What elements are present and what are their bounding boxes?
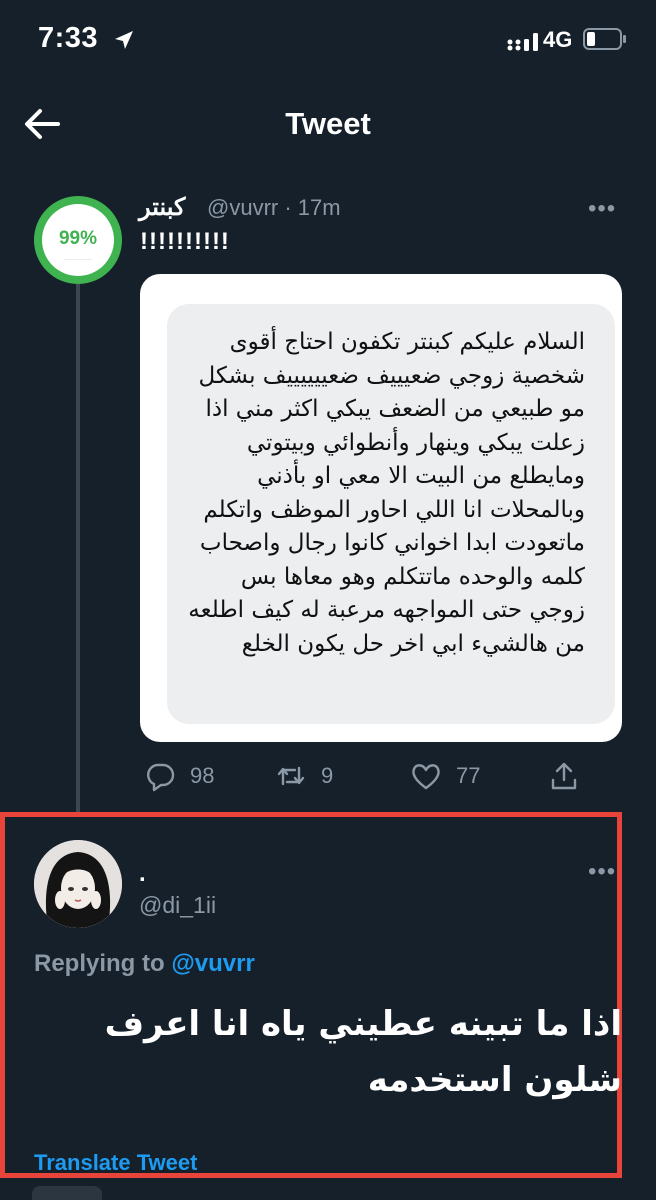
more-icon[interactable]: ••• bbox=[588, 195, 616, 223]
more-icon[interactable]: ••• bbox=[588, 858, 616, 886]
replying-label: Replying to bbox=[34, 950, 165, 977]
retweet-count: 9 bbox=[321, 763, 334, 788]
signal-icon bbox=[507, 33, 538, 51]
message-bubble: السلام عليكم كبنتر تكفون احتاج أقوى شخصي… bbox=[167, 304, 615, 724]
retweet-icon bbox=[277, 766, 305, 786]
replying-to: Replying to @vuvrr bbox=[34, 950, 255, 978]
thread-line bbox=[76, 280, 80, 812]
like-button[interactable]: 77 bbox=[410, 760, 480, 792]
share-icon bbox=[551, 762, 577, 790]
reply-avatar[interactable] bbox=[34, 840, 122, 928]
retweet-button[interactable]: 9 bbox=[275, 760, 333, 792]
reply-count: 98 bbox=[190, 763, 215, 788]
translate-tweet-link[interactable]: Translate Tweet bbox=[34, 1150, 197, 1174]
reply-author-name[interactable]: . bbox=[139, 860, 146, 888]
avatar-illustration bbox=[34, 840, 122, 928]
like-count: 77 bbox=[456, 763, 481, 788]
replying-handle-link[interactable]: @vuvrr bbox=[171, 950, 254, 977]
battery-icon bbox=[583, 28, 626, 50]
network-type: 4G bbox=[543, 27, 573, 52]
avatar-label: 99% bbox=[58, 228, 98, 249]
reply-author-handle[interactable]: @di_1ii bbox=[139, 892, 216, 919]
image-message-text: السلام عليكم كبنتر تكفون احتاج أقوى شخصي… bbox=[188, 329, 585, 657]
reply-icon bbox=[147, 763, 175, 792]
reply-button[interactable]: 98 bbox=[144, 760, 214, 792]
next-avatar-partial bbox=[32, 1186, 102, 1200]
avatar[interactable]: 99% ⸻⸻ bbox=[34, 196, 122, 284]
share-button[interactable] bbox=[548, 760, 594, 792]
tweet-text: !!!!!!!!!! bbox=[140, 228, 230, 255]
status-time: 7:33 bbox=[38, 22, 99, 54]
location-arrow-icon bbox=[115, 31, 133, 49]
heart-icon bbox=[412, 764, 440, 790]
reply-text: اذا ما تبينه عطيني ياه انا اعرف شلون است… bbox=[104, 1004, 622, 1100]
page-title: Tweet bbox=[285, 106, 371, 141]
author-handle-time[interactable]: @vuvrr · 17m bbox=[207, 195, 341, 221]
author-name[interactable]: كبنتر bbox=[139, 193, 185, 222]
tweet-image[interactable]: السلام عليكم كبنتر تكفون احتاج أقوى شخصي… bbox=[140, 274, 622, 742]
